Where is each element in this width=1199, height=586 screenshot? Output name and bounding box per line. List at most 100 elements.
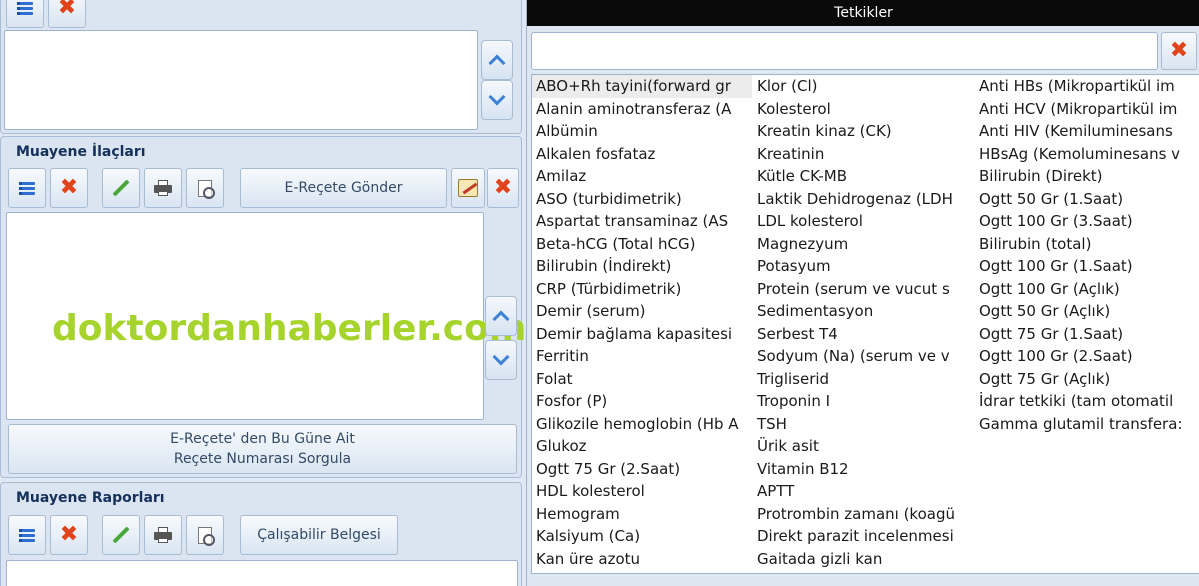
tetkik-item[interactable]: Demir bağlama kapasitesi [532, 323, 752, 346]
tetkik-item[interactable]: Gaitada gizli kan [753, 548, 973, 571]
print-button-ilac[interactable] [144, 168, 182, 208]
rapor-textarea[interactable] [6, 560, 518, 586]
tetkik-item[interactable]: Protein (serum ve vucut s [753, 278, 973, 301]
list-button-ilac[interactable] [8, 168, 46, 208]
scroll-down-button-ilac[interactable] [485, 340, 517, 380]
edit-button-rapor[interactable] [102, 515, 140, 555]
tetkik-item[interactable]: Sodyum (Na) (serum ve v [753, 345, 973, 368]
clear-search-button[interactable]: ✖ [1161, 32, 1197, 70]
tetkik-item[interactable]: Serbest T4 [753, 323, 973, 346]
tetkik-item[interactable]: Amilaz [532, 165, 752, 188]
chevron-down-icon [492, 348, 510, 366]
tetkik-item[interactable]: Hemogram [532, 503, 752, 526]
delete-icon: ✖ [493, 175, 513, 200]
tetkik-item[interactable]: Sedimentasyon [753, 300, 973, 323]
tetkik-item[interactable]: CRP (Türbidimetrik) [532, 278, 752, 301]
tetkik-item[interactable]: Ogtt 100 Gr (1.Saat) [975, 255, 1195, 278]
recete-sorgula-button[interactable]: E-Reçete' den Bu Güne Ait Reçete Numaras… [8, 424, 517, 474]
printer-icon [154, 527, 172, 543]
tetkik-item[interactable]: Ogtt 50 Gr (Açlık) [975, 300, 1195, 323]
tetkik-item[interactable]: Ürik asit [753, 435, 973, 458]
list-icon [19, 181, 35, 195]
tetkik-item[interactable]: Ferritin [532, 345, 752, 368]
tetkik-item[interactable]: Folat [532, 368, 752, 391]
scroll-down-button-top[interactable] [481, 80, 513, 120]
tetkik-item[interactable]: Alkalen fosfataz [532, 143, 752, 166]
tetkik-item[interactable]: Kütle CK-MB [753, 165, 973, 188]
edit-button-ilac[interactable] [102, 168, 140, 208]
tetkik-item[interactable]: HDL kolesterol [532, 480, 752, 503]
print-preview-icon [198, 179, 215, 199]
tetkik-item[interactable]: Troponin I [753, 390, 973, 413]
tetkik-item[interactable]: Kolesterol [753, 98, 973, 121]
tetkik-item[interactable]: Magnezyum [753, 233, 973, 256]
tetkik-item[interactable]: Kreatinin [753, 143, 973, 166]
tetkik-item[interactable]: Aspartat transaminaz (AS [532, 210, 752, 233]
tetkik-item[interactable]: Ogtt 75 Gr (1.Saat) [975, 323, 1195, 346]
tetkik-item[interactable]: APTT [753, 480, 973, 503]
delete-icon: ✖ [59, 175, 79, 200]
tetkik-item[interactable]: Bilirubin (total) [975, 233, 1195, 256]
top-textarea[interactable] [4, 30, 478, 130]
tetkik-item[interactable]: Beta-hCG (Total hCG) [532, 233, 752, 256]
edit-note-button-ilac[interactable] [451, 168, 485, 208]
chevron-up-icon [488, 54, 506, 72]
tetkik-item[interactable]: Ogtt 100 Gr (Açlık) [975, 278, 1195, 301]
tetkik-item[interactable]: İdrar tetkiki (tam otomatil [975, 390, 1195, 413]
tetkik-item[interactable]: Potasyum [753, 255, 973, 278]
tetkik-item[interactable]: Anti HIV (Kemiluminesans [975, 120, 1195, 143]
tetkik-item[interactable]: Protrombin zamanı (koagü [753, 503, 973, 526]
tetkik-item[interactable]: Klor (Cl) [753, 75, 973, 98]
tetkik-item[interactable]: Kan üre azotu [532, 548, 752, 571]
delete-button-ilac[interactable]: ✖ [50, 168, 88, 208]
tetkik-item[interactable]: Alanin aminotransferaz (A [532, 98, 752, 121]
print-button-rapor[interactable] [144, 515, 182, 555]
preview-button-rapor[interactable] [186, 515, 224, 555]
tetkik-item[interactable]: Laktik Dehidrogenaz (LDH [753, 188, 973, 211]
delete-button-ilac-2[interactable]: ✖ [487, 168, 519, 208]
scroll-up-button-top[interactable] [481, 40, 513, 80]
muayene-ilaclari-title: Muayene İlaçları [16, 144, 146, 160]
tetkik-item[interactable]: Direkt parazit incelenmesi [753, 525, 973, 548]
tetkik-item[interactable]: Gamma glutamil transfera: [975, 413, 1195, 436]
tetkik-item[interactable]: ABO+Rh tayini(forward gr [532, 75, 752, 98]
scroll-up-button-ilac[interactable] [485, 296, 517, 336]
tetkik-item[interactable]: Ogtt 100 Gr (2.Saat) [975, 345, 1195, 368]
tetkik-item[interactable]: Glukoz [532, 435, 752, 458]
list-button-top[interactable] [6, 0, 44, 28]
calisabilir-belgesi-button[interactable]: Çalışabilir Belgesi [240, 515, 398, 555]
erecete-gonder-button[interactable]: E-Reçete Gönder [240, 168, 447, 208]
tetkik-item[interactable]: Bilirubin (Direkt) [975, 165, 1195, 188]
tetkik-column-2: Klor (Cl) Kolesterol Kreatin kinaz (CK) Kre… [753, 75, 973, 570]
printer-icon [154, 180, 172, 196]
tetkik-item[interactable]: Fosfor (P) [532, 390, 752, 413]
tetkik-item[interactable]: Ogtt 50 Gr (1.Saat) [975, 188, 1195, 211]
tetkik-item[interactable]: Glikozile hemoglobin (Hb A [532, 413, 752, 436]
delete-icon: ✖ [59, 522, 79, 547]
list-button-rapor[interactable] [8, 515, 46, 555]
tetkik-item[interactable]: Bilirubin (İndirekt) [532, 255, 752, 278]
tetkik-item[interactable]: Anti HBs (Mikropartikül im [975, 75, 1195, 98]
print-preview-icon [198, 526, 215, 546]
tetkik-item[interactable]: Ogtt 75 Gr (2.Saat) [532, 458, 752, 481]
delete-button-top[interactable]: ✖ [48, 0, 86, 28]
tetkik-item[interactable]: Ogtt 100 Gr (3.Saat) [975, 210, 1195, 233]
tetkik-item[interactable]: Kreatin kinaz (CK) [753, 120, 973, 143]
tetkik-item[interactable]: Ogtt 75 Gr (Açlık) [975, 368, 1195, 391]
tetkik-item[interactable]: Vitamin B12 [753, 458, 973, 481]
tetkik-item[interactable]: Trigliserid [753, 368, 973, 391]
tetkik-item[interactable]: ASO (turbidimetrik) [532, 188, 752, 211]
preview-button-ilac[interactable] [186, 168, 224, 208]
tetkik-item[interactable]: Demir (serum) [532, 300, 752, 323]
delete-button-rapor[interactable]: ✖ [50, 515, 88, 555]
tetkik-item[interactable]: LDL kolesterol [753, 210, 973, 233]
tetkik-item[interactable]: Kalsiyum (Ca) [532, 525, 752, 548]
tetkik-item[interactable]: Albümin [532, 120, 752, 143]
tetkik-search-input[interactable] [531, 32, 1158, 70]
list-icon [17, 1, 33, 15]
tetkik-item[interactable]: HBsAg (Kemoluminesans v [975, 143, 1195, 166]
tetkik-item[interactable]: Anti HCV (Mikropartikül im [975, 98, 1195, 121]
tetkik-column-1: ABO+Rh tayini(forward gr Alanin aminotran… [532, 75, 752, 570]
left-column: ✖ Muayene İlaçları ✖ E-Reçete Gönder ✖ d… [0, 0, 526, 586]
tetkik-item[interactable]: TSH [753, 413, 973, 436]
